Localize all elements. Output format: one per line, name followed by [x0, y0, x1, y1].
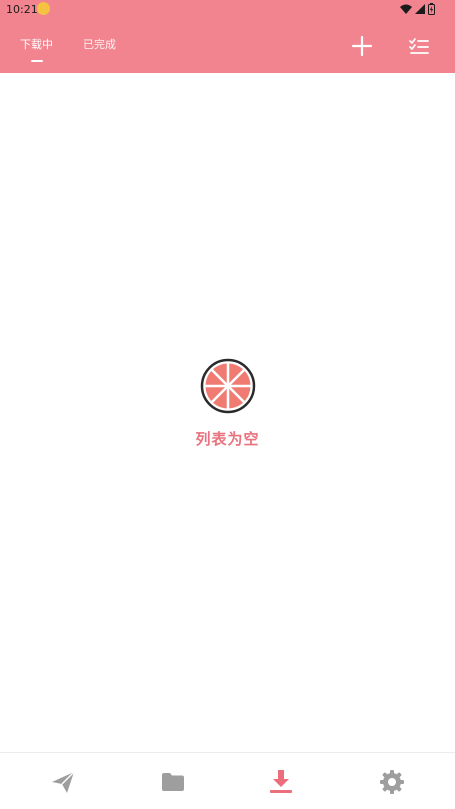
notification-emoji-icon: [37, 2, 50, 15]
tab-completed[interactable]: 已完成: [83, 36, 116, 52]
status-icons: [400, 3, 435, 15]
send-icon[interactable]: [50, 769, 76, 795]
gear-icon[interactable]: [379, 769, 405, 795]
empty-state-text: 列表为空: [195, 430, 260, 448]
tab-downloading[interactable]: 下载中: [20, 36, 53, 52]
checklist-icon[interactable]: [408, 36, 430, 58]
empty-state: 列表为空: [0, 358, 455, 449]
app-header: 10:21 下载中 已完成: [0, 0, 455, 73]
download-icon[interactable]: [268, 769, 294, 795]
add-icon[interactable]: [350, 34, 374, 58]
signal-icon: [415, 4, 425, 14]
bottom-nav: [0, 752, 455, 809]
status-bar: 10:21: [0, 0, 455, 20]
tab-bar: 下载中 已完成: [20, 36, 116, 52]
status-time: 10:21: [6, 3, 38, 16]
wifi-icon: [400, 4, 412, 14]
folder-icon[interactable]: [160, 769, 186, 795]
grapefruit-icon: [200, 358, 255, 414]
battery-icon: [428, 3, 435, 15]
